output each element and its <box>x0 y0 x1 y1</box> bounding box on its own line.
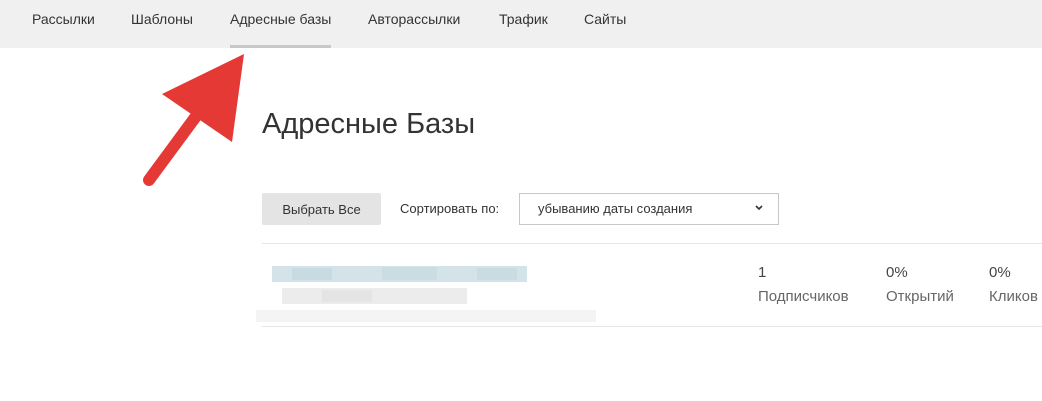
nav-item-traffic[interactable]: Трафик <box>499 0 548 48</box>
opens-label: Открытий <box>886 288 954 305</box>
subscribers-count: 1 <box>758 264 767 281</box>
chevron-down-icon <box>755 205 763 211</box>
blurred-base-name <box>256 266 612 328</box>
opens-stat: 0% Открытий <box>886 262 954 308</box>
clicks-rate: 0% <box>989 264 1011 281</box>
nav-item-sites[interactable]: Сайты <box>584 0 626 48</box>
sort-select[interactable]: убыванию даты создания <box>519 193 779 225</box>
nav-item-automailings[interactable]: Авторассылки <box>368 0 460 48</box>
list-bottom-divider <box>262 326 1042 327</box>
sort-select-value: убыванию даты создания <box>538 201 693 216</box>
subscribers-stat: 1 Подписчиков <box>758 262 849 308</box>
arrow-icon <box>143 54 244 186</box>
list-item[interactable]: 1 Подписчиков 0% Открытий 0% Кликов <box>256 244 1042 328</box>
opens-rate: 0% <box>886 264 908 281</box>
clicks-stat: 0% Кликов <box>989 262 1038 308</box>
subscribers-label: Подписчиков <box>758 288 849 305</box>
sort-label: Сортировать по: <box>400 201 500 216</box>
clicks-label: Кликов <box>989 288 1038 305</box>
